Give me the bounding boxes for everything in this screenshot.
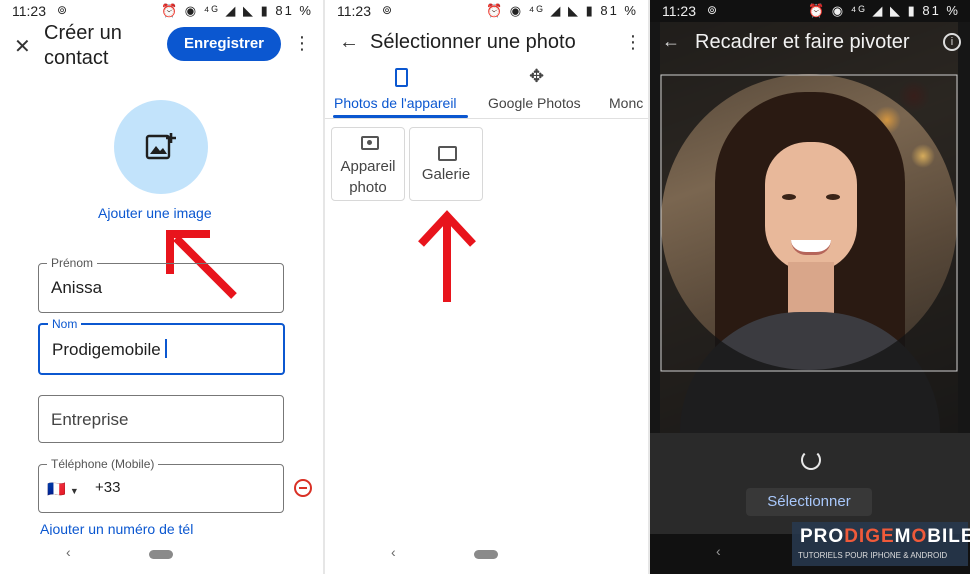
nav-back-icon[interactable]: ‹ bbox=[66, 544, 71, 560]
text-cursor bbox=[164, 339, 167, 358]
phone-label: Téléphone (Mobile) bbox=[47, 457, 159, 471]
watermark-brand-o: O bbox=[911, 526, 928, 547]
add-image-avatar[interactable] bbox=[114, 100, 208, 194]
firstname-value: Anissa bbox=[51, 278, 103, 297]
watermark-brand-m: M bbox=[894, 526, 912, 547]
company-placeholder: Entreprise bbox=[51, 410, 129, 429]
nav-home-button[interactable] bbox=[474, 550, 498, 559]
page-title: Créer un contact bbox=[44, 21, 122, 71]
nav-back-icon[interactable]: ‹ bbox=[716, 543, 721, 559]
more-options-icon[interactable]: ⋮ bbox=[624, 33, 642, 51]
save-button[interactable]: Enregistrer bbox=[167, 27, 281, 61]
watermark-logo: PRODIGEMOBILE TUTORIELS POUR IPHONE & AN… bbox=[792, 522, 970, 566]
red-arrow-annotation bbox=[418, 210, 476, 302]
page-title-line2: contact bbox=[44, 47, 109, 69]
country-code: +33 bbox=[95, 479, 121, 496]
sync-icon: ⊚ bbox=[707, 3, 718, 17]
back-arrow-icon[interactable]: ← bbox=[339, 31, 359, 54]
phone-field[interactable]: Téléphone (Mobile) 🇫🇷 ▼ +33 bbox=[38, 457, 284, 513]
more-options-icon[interactable]: ⋮ bbox=[293, 34, 311, 52]
camera-icon bbox=[361, 136, 379, 150]
status-bar: 11:23 ⊚ ⏰ ◉ ⁴ᴳ ◢ ◣ ▮ 81 % bbox=[0, 0, 323, 22]
camera-tile[interactable]: Appareil photo bbox=[331, 127, 405, 201]
sync-icon: ⊚ bbox=[382, 3, 393, 17]
select-photo-screen: 11:23 ⊚ ⏰ ◉ ⁴ᴳ ◢ ◣ ▮ 81 % ← Sélectionner… bbox=[325, 0, 648, 574]
lastname-label: Nom bbox=[48, 317, 82, 331]
page-title-line1: Créer un bbox=[44, 22, 122, 44]
add-image-link[interactable]: Ajouter une image bbox=[98, 205, 212, 221]
chevron-down-icon: ▼ bbox=[69, 486, 79, 496]
status-icons: ⏰ ◉ ⁴ᴳ ◢ ◣ ▮ 81 % bbox=[485, 3, 638, 18]
add-photo-icon bbox=[145, 133, 176, 160]
tab-google-photos[interactable]: Google Photos bbox=[488, 95, 581, 111]
company-field[interactable]: Entreprise bbox=[38, 395, 284, 443]
close-icon[interactable]: ✕ bbox=[14, 34, 31, 59]
nav-bar: ‹ bbox=[325, 534, 648, 574]
status-time: 11:23 bbox=[662, 3, 696, 19]
tab-more[interactable]: Monc bbox=[609, 95, 643, 111]
status-icons: ⏰ ◉ ⁴ᴳ ◢ ◣ ▮ 81 % bbox=[160, 3, 313, 18]
nav-bar: ‹ bbox=[0, 534, 323, 574]
back-arrow-icon[interactable]: ← bbox=[662, 31, 680, 52]
tabs-divider bbox=[325, 118, 648, 119]
page-title: Recadrer et faire pivoter bbox=[695, 31, 910, 53]
sync-icon: ⊚ bbox=[57, 3, 68, 17]
camera-label-line1: Appareil bbox=[340, 158, 396, 175]
page-title: Sélectionner une photo bbox=[370, 31, 576, 53]
crop-rotate-screen: 11:23 ⊚ ⏰ ◉ ⁴ᴳ ◢ ◣ ▮ 81 % ← Recadrer et … bbox=[650, 0, 970, 574]
status-time: 11:23 bbox=[337, 3, 371, 19]
battery-level: 81 % bbox=[922, 3, 960, 18]
folder-icon bbox=[438, 146, 457, 161]
add-phone-link[interactable]: Ajouter un numéro de tél bbox=[40, 521, 193, 535]
watermark-brand-pro: PRO bbox=[800, 526, 845, 547]
lastname-value: Prodigemobile bbox=[52, 339, 167, 360]
rotate-icon[interactable] bbox=[801, 450, 821, 470]
nav-home-button[interactable] bbox=[149, 550, 173, 559]
watermark-brand-dige: DIGE bbox=[844, 526, 895, 547]
info-icon[interactable]: i bbox=[943, 33, 961, 51]
status-icons: ⏰ ◉ ⁴ᴳ ◢ ◣ ▮ 81 % bbox=[807, 3, 960, 18]
firstname-field[interactable]: Prénom Anissa bbox=[38, 256, 284, 313]
phone-icon bbox=[395, 68, 408, 87]
nav-back-icon[interactable]: ‹ bbox=[391, 544, 396, 560]
status-bar: 11:23 ⊚ ⏰ ◉ ⁴ᴳ ◢ ◣ ▮ 81 % bbox=[650, 0, 970, 22]
gallery-tile[interactable]: Galerie bbox=[409, 127, 483, 201]
country-selector[interactable]: 🇫🇷 ▼ bbox=[47, 480, 79, 498]
camera-label-line2: photo bbox=[349, 179, 387, 196]
firstname-label: Prénom bbox=[47, 256, 98, 270]
pinwheel-icon: ✥ bbox=[529, 66, 545, 86]
watermark-brand-bile: BILE bbox=[927, 526, 970, 547]
crop-overlay[interactable] bbox=[650, 22, 970, 442]
create-contact-screen: 11:23 ⊚ ⏰ ◉ ⁴ᴳ ◢ ◣ ▮ 81 % ✕ Créer un con… bbox=[0, 0, 323, 574]
remove-phone-icon[interactable] bbox=[294, 479, 312, 497]
lastname-field[interactable]: Nom Prodigemobile bbox=[38, 317, 285, 375]
watermark-tagline: TUTORIELS POUR IPHONE & ANDROID bbox=[798, 551, 948, 560]
status-time: 11:23 bbox=[12, 3, 46, 19]
gallery-label: Galerie bbox=[421, 166, 471, 183]
battery-level: 81 % bbox=[600, 3, 638, 18]
battery-level: 81 % bbox=[275, 3, 313, 18]
status-bar: 11:23 ⊚ ⏰ ◉ ⁴ᴳ ◢ ◣ ▮ 81 % bbox=[325, 0, 648, 22]
tab-device-photos[interactable]: Photos de l'appareil bbox=[334, 95, 457, 111]
select-button[interactable]: Sélectionner bbox=[746, 488, 872, 516]
france-flag-icon: 🇫🇷 bbox=[47, 481, 66, 498]
